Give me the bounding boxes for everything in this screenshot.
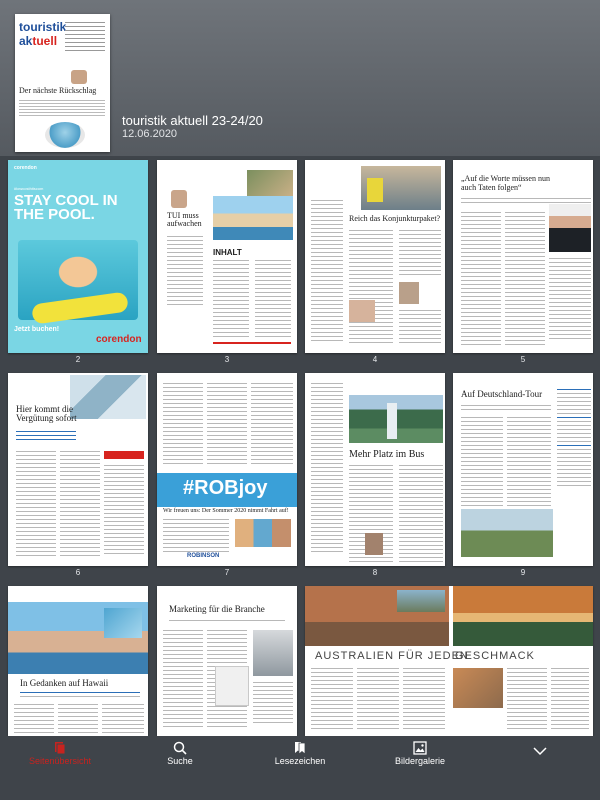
- interview-headline: „Auf die Worte müssen nun auch Taten fol…: [461, 174, 550, 192]
- page-thumbnail[interactable]: #ROBjoy Wir freuen uns: Der Sommer 2020 …: [157, 373, 297, 566]
- ad-cta: Jetzt buchen!: [14, 326, 60, 333]
- ad-headline: STAY COOL IN THE POOL.: [14, 192, 118, 223]
- cover-photo: [45, 122, 85, 148]
- cover-logo-bottom: aktuell: [19, 34, 57, 48]
- spread-headline-right: GESCHMACK: [455, 650, 535, 662]
- bottom-toolbar: Seitenübersicht Suche Lesezeichen Bilder…: [0, 736, 600, 800]
- page-thumbnail[interactable]: „Auf die Worte müssen nun auch Taten fol…: [453, 160, 593, 353]
- toolbar-bookmarks-button[interactable]: Lesezeichen: [268, 736, 332, 800]
- cover-logo-bottom-a: ak: [19, 34, 33, 48]
- search-icon: [173, 741, 187, 757]
- spread-headline-left: AUSTRALIEN FÜR JEDEN: [315, 650, 469, 662]
- robinson-photos: [235, 519, 291, 547]
- toolbar-label: Bildergalerie: [394, 756, 446, 766]
- toolbar-label: Lesezeichen: [274, 756, 326, 766]
- corendon-logo: corendon: [96, 334, 142, 345]
- page-thumbnail[interactable]: Marketing für die Branche: [157, 586, 297, 736]
- sunset-photo: [453, 586, 593, 646]
- page-number: 2: [75, 355, 81, 364]
- contents-heading: INHALT: [213, 248, 242, 257]
- coast-photo: [213, 196, 293, 240]
- page-number: 6: [75, 568, 81, 577]
- gallery-icon: [413, 741, 427, 757]
- page-number: 5: [520, 355, 526, 364]
- page-thumbnail[interactable]: corendon #lowcosthitscom STAY COOL IN TH…: [8, 160, 148, 353]
- toolbar-gallery-button[interactable]: Bildergalerie: [386, 736, 454, 800]
- issue-date: 12.06.2020: [122, 128, 178, 140]
- article-headline: In Gedanken auf Hawaii: [20, 678, 109, 688]
- article-headline: Hier kommt die Vergütung sofort: [16, 404, 77, 423]
- page-thumbnail[interactable]: Mehr Platz im Bus: [305, 373, 445, 566]
- page-thumbnail[interactable]: Auf Deutschland-Tour: [453, 373, 593, 566]
- page-thumbnail[interactable]: TUI muss aufwachen INHALT: [157, 160, 297, 353]
- issue-header: touristik aktuell Der nächste Rückschlag…: [0, 0, 600, 156]
- issue-cover-thumbnail[interactable]: touristik aktuell Der nächste Rückschlag: [15, 14, 110, 152]
- editor-portrait: [171, 190, 187, 208]
- cycling-photo: [461, 509, 553, 557]
- page-number: 4: [372, 355, 378, 364]
- toolbar-label: Seitenübersicht: [28, 756, 92, 766]
- editorial-headline: TUI muss aufwachen: [167, 211, 202, 228]
- page-number: 3: [224, 355, 230, 364]
- page-spread-thumbnail[interactable]: AUSTRALIEN FÜR JEDEN GESCHMACK: [305, 586, 593, 736]
- article-headline: Marketing für die Branche: [169, 604, 265, 614]
- ad-photo: [253, 630, 293, 676]
- toolbar-search-button[interactable]: Suche: [150, 736, 210, 800]
- article-headline: Auf Deutschland-Tour: [461, 389, 543, 399]
- bookmark-icon: [293, 741, 307, 757]
- ad-hashtag: #ROBjoy: [183, 477, 268, 499]
- interview-portrait: [549, 204, 591, 252]
- toolbar-pages-button[interactable]: Seitenübersicht: [28, 736, 92, 800]
- cover-logo-bottom-b: tuell: [32, 34, 58, 48]
- cover-logo-top: touristik: [19, 20, 67, 34]
- toolbar-label: Suche: [167, 756, 193, 766]
- robinson-logo: ROBINSON: [187, 553, 220, 559]
- cover-headline: Der nächste Rückschlag: [19, 86, 97, 95]
- cover-body-text: [19, 100, 105, 118]
- pages-icon: [53, 741, 67, 757]
- article-headline: Reich das Konjunkturpaket?: [349, 214, 441, 223]
- page-number: 8: [372, 568, 378, 577]
- page-thumbnail[interactable]: Reich das Konjunkturpaket?: [305, 160, 445, 353]
- article-headline: Mehr Platz im Bus: [349, 449, 425, 460]
- top-photo: [247, 170, 293, 196]
- toolbar-collapse-button[interactable]: [526, 736, 554, 800]
- page-number: 7: [224, 568, 230, 577]
- chevron-down-icon: [533, 746, 547, 758]
- issue-title: touristik aktuell 23-24/20: [122, 113, 263, 128]
- cover-portrait: [71, 70, 87, 84]
- page-thumbnail[interactable]: Hier kommt die Vergütung sofort: [8, 373, 148, 566]
- page-thumbnail[interactable]: In Gedanken auf Hawaii: [8, 586, 148, 736]
- page-number: 9: [520, 568, 526, 577]
- cover-side-text: [65, 22, 105, 54]
- ad-subline: Wir freuen uns: Der Sommer 2020 nimmt Fa…: [163, 508, 289, 514]
